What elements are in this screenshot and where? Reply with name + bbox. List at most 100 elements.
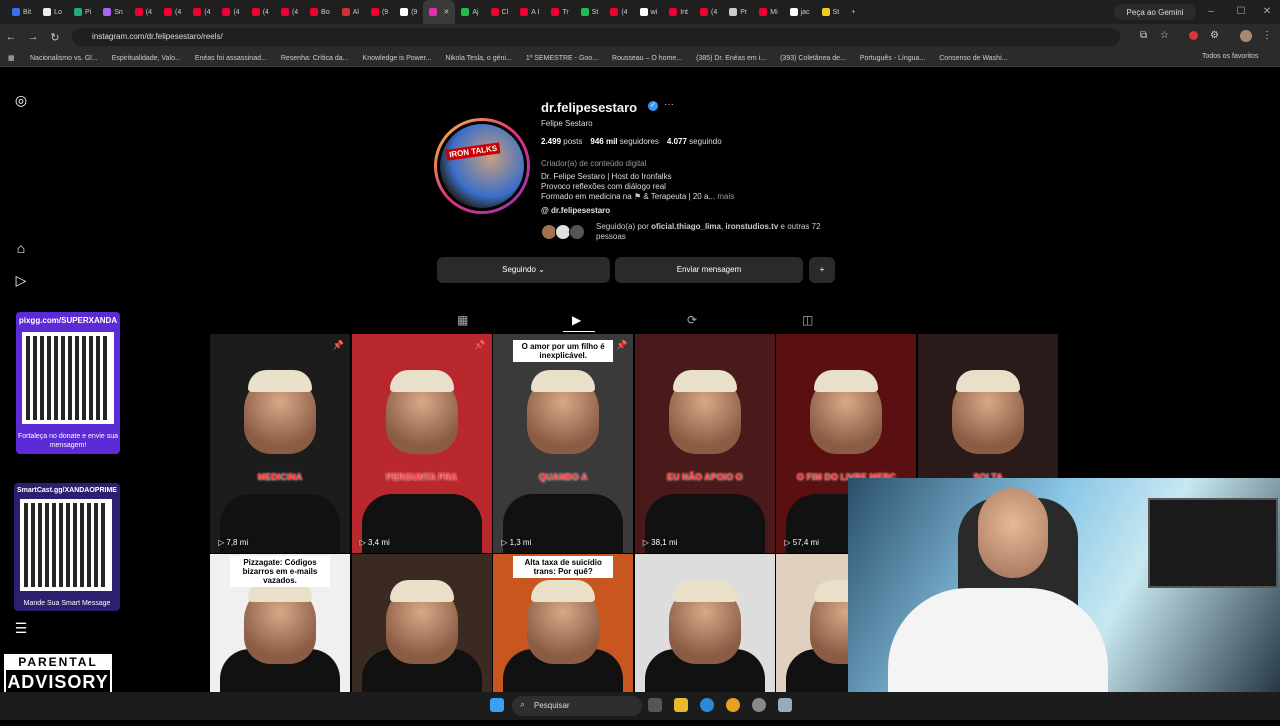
browser-tab[interactable]: St	[816, 0, 846, 24]
new-tab-button[interactable]: +	[845, 0, 861, 24]
reel-caption: Pizzagate: Códigos bizarros em e-mails v…	[230, 556, 330, 587]
url-field[interactable]: instagram.com/dr.felipesestaro/reels/	[72, 28, 1120, 46]
browser-tab[interactable]: ✕	[423, 0, 456, 24]
reel-item[interactable]: O amor por um filho é inexplicável. QUAND…	[493, 334, 634, 553]
app-icon[interactable]	[752, 698, 766, 712]
browser-tab[interactable]: Sn	[97, 0, 129, 24]
apps-grid-icon[interactable]: ▦	[8, 54, 15, 62]
bookmark-item[interactable]: (385) Dr. Enéas em i...	[696, 55, 766, 62]
reels-icon[interactable]: ▷	[12, 272, 30, 290]
browser-tab[interactable]: Bo	[304, 0, 336, 24]
reel-item[interactable]: PERGUNTA PRA ▷ 3,4 mi 📌	[351, 334, 492, 553]
extension-icon[interactable]	[1189, 31, 1198, 40]
browser-tab[interactable]: (4	[275, 0, 304, 24]
following-button[interactable]: Seguindo ⌄	[437, 257, 610, 283]
posts-stat[interactable]: 2.499 posts	[541, 137, 582, 146]
browser-tab[interactable]: (4	[158, 0, 187, 24]
browser-tab[interactable]: Pi	[68, 0, 97, 24]
close-tab-icon[interactable]: ✕	[443, 8, 449, 16]
reel-item[interactable]: EU NÃO APOIO O ▷ 38,1 mi	[634, 334, 775, 553]
bookmark-item[interactable]: (393) Coletânea de...	[780, 55, 846, 62]
menu-icon[interactable]: ⋮	[1262, 30, 1272, 41]
options-icon[interactable]: ···	[664, 99, 674, 110]
tab-title: Cl	[501, 8, 509, 16]
close-icon[interactable]: ✕	[1252, 0, 1280, 24]
browser-tab[interactable]: Int	[663, 0, 694, 24]
browser-tab[interactable]: (4	[129, 0, 158, 24]
browser-tab[interactable]: Bit	[6, 0, 37, 24]
browser-tab[interactable]: Al	[336, 0, 365, 24]
threads-link[interactable]: @ dr.felipesestaro	[541, 206, 610, 215]
browser-tab[interactable]: wi	[634, 0, 664, 24]
extensions-puzzle-icon[interactable]: ⚙	[1210, 30, 1219, 41]
reload-icon[interactable]: ↻	[44, 31, 66, 44]
tab-title: Tr	[562, 8, 569, 16]
bookmark-item[interactable]: Nacionalismo vs. Gl...	[30, 55, 98, 62]
browser-tab[interactable]: St	[575, 0, 605, 24]
chrome-icon[interactable]	[726, 698, 740, 712]
taskbar-search[interactable]: Pesquisar	[512, 696, 642, 716]
browser-tab[interactable]: Pr	[723, 0, 753, 24]
bookmark-item[interactable]: Rousseau – O home...	[612, 55, 682, 62]
browser-tab[interactable]: Tr	[545, 0, 574, 24]
bookmark-item[interactable]: Resenha: Crítica da...	[281, 55, 349, 62]
browser-tab[interactable]: Mi	[753, 0, 783, 24]
tab-title: Bit	[23, 8, 32, 16]
bio-more-link[interactable]: mais	[717, 192, 734, 201]
instagram-logo-icon[interactable]: ◎	[12, 92, 30, 110]
browser-tab[interactable]: (4	[187, 0, 216, 24]
browser-tab[interactable]: (9	[394, 0, 423, 24]
more-menu-icon[interactable]: ☰	[12, 620, 30, 638]
person-hair	[531, 370, 596, 392]
following-stat[interactable]: 4.077 seguindo	[667, 137, 722, 146]
screenshot-icon[interactable]: ⧉	[1140, 30, 1147, 41]
edge-icon[interactable]	[700, 698, 714, 712]
profile-picture[interactable]: IRON TALKS	[434, 118, 530, 214]
bookmark-item[interactable]: 1º SEMESTRE - Goo...	[526, 55, 598, 62]
tab-title: Al	[352, 8, 359, 16]
followed-by-text[interactable]: Seguido(a) por oficial.thiago_lima, iron…	[596, 222, 826, 242]
browser-tab[interactable]: (4	[246, 0, 275, 24]
bookmark-item[interactable]: Português - Língua...	[860, 55, 925, 62]
browser-tab[interactable]: Lo	[37, 0, 68, 24]
browser-tab[interactable]: (4	[216, 0, 245, 24]
reel-item[interactable]: Pizzagate: Códigos bizarros em e-mails v…	[210, 554, 350, 692]
add-user-button[interactable]: +	[809, 257, 835, 283]
bookmark-item[interactable]: Consenso de Washi...	[939, 55, 1007, 62]
browser-tab[interactable]: A I	[514, 0, 545, 24]
tab-favicon-icon	[729, 8, 738, 16]
windows-start-icon[interactable]	[490, 698, 504, 712]
browser-tab[interactable]: (4	[604, 0, 633, 24]
reel-subtitle: EU NÃO APOIO O	[666, 472, 743, 482]
bookmark-item[interactable]: Knowledge is Power...	[363, 55, 432, 62]
browser-tab[interactable]: Aj	[455, 0, 484, 24]
reel-item[interactable]: MEDICINA ▷ 7,8 mi 📌	[210, 334, 350, 553]
posts-grid-tab-icon[interactable]: ▦	[457, 313, 468, 327]
reel-item[interactable]	[634, 554, 775, 692]
home-icon[interactable]: ⌂	[12, 240, 30, 258]
forward-icon[interactable]: →	[22, 31, 44, 43]
bookmark-item[interactable]: Espiritualidade, Valo...	[112, 55, 181, 62]
browser-tab[interactable]: (9	[365, 0, 394, 24]
back-icon[interactable]: ←	[0, 31, 22, 43]
bookmark-item[interactable]: Enéas foi assassinad...	[195, 55, 267, 62]
browser-tab[interactable]: (4	[694, 0, 723, 24]
task-view-icon[interactable]	[648, 698, 662, 712]
send-message-button[interactable]: Enviar mensagem	[615, 257, 803, 283]
browser-tab[interactable]: Cl	[485, 0, 515, 24]
bookmark-star-icon[interactable]: ☆	[1160, 30, 1169, 41]
settings-icon[interactable]	[778, 698, 792, 712]
minimize-icon[interactable]: –	[1196, 0, 1226, 24]
reposts-tab-icon[interactable]: ⟳	[687, 313, 697, 327]
reel-item[interactable]: Alta taxa de suicídio trans: Por quê?	[493, 554, 634, 692]
all-bookmarks[interactable]: Todos os favoritos	[1202, 53, 1258, 60]
followers-stat[interactable]: 946 mil seguidores	[590, 137, 659, 146]
reel-item[interactable]	[351, 554, 492, 692]
gemini-button[interactable]: Peça ao Gemini	[1114, 4, 1196, 20]
file-explorer-icon[interactable]	[674, 698, 688, 712]
reels-tab-icon[interactable]: ▶	[572, 313, 581, 327]
profile-avatar[interactable]	[1240, 30, 1252, 42]
browser-tab[interactable]: jac	[784, 0, 816, 24]
bookmark-item[interactable]: Nikola Tesla, o géni...	[445, 55, 511, 62]
tagged-tab-icon[interactable]: ◫	[802, 313, 813, 327]
